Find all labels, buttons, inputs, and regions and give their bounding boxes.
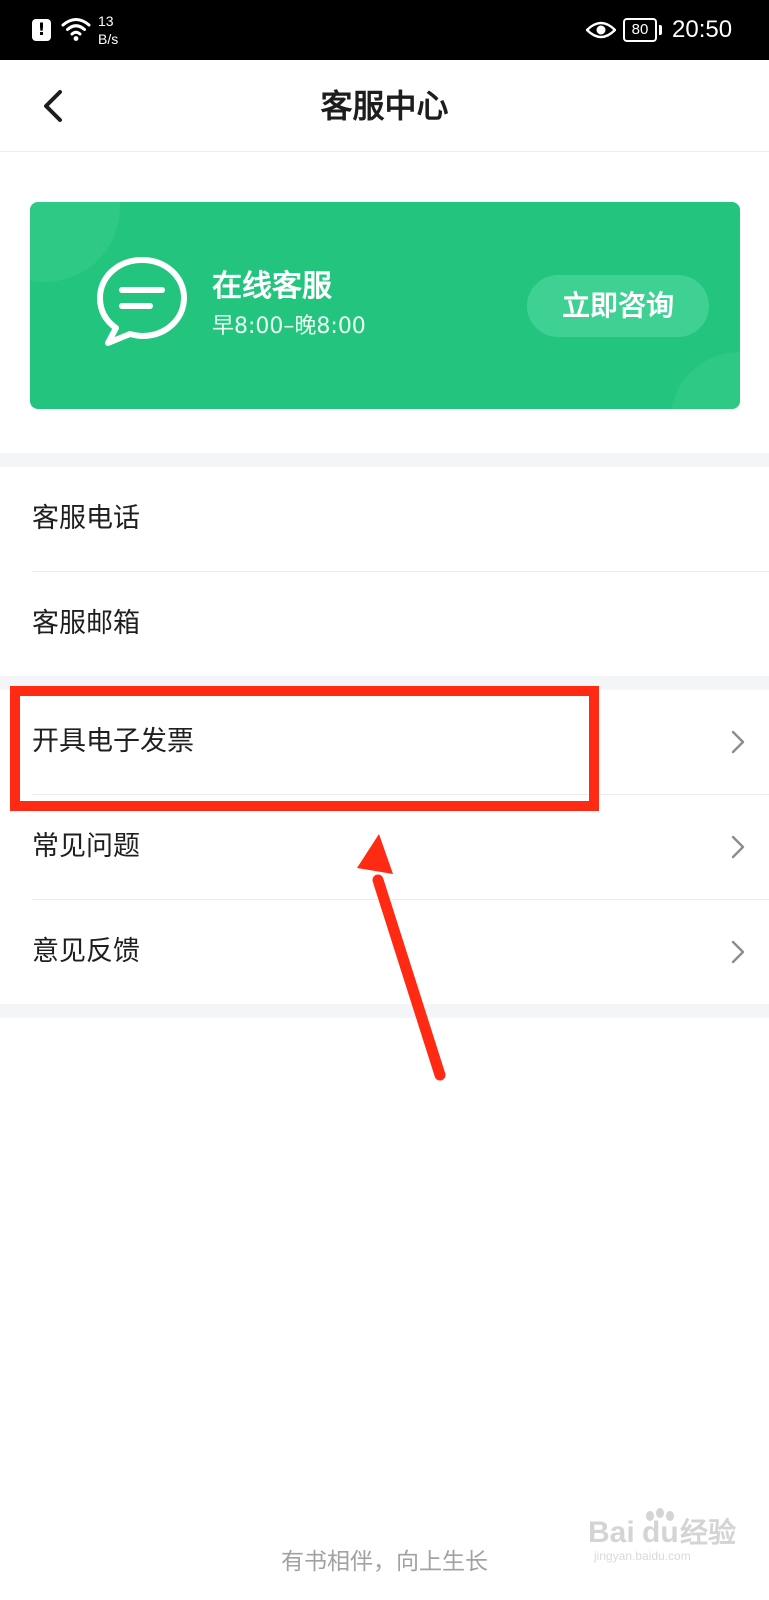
watermark-domain: jingyan.baidu.com bbox=[593, 1549, 691, 1563]
watermark-brand: Bai bbox=[588, 1516, 635, 1549]
consult-now-button[interactable]: 立即咨询 bbox=[527, 275, 709, 337]
page-title: 客服中心 bbox=[320, 87, 449, 125]
menu-item-email[interactable]: 客服邮箱 bbox=[0, 572, 769, 676]
wifi-icon bbox=[61, 18, 91, 41]
online-service-banner: 在线客服 早8:00–晚8:00 立即咨询 bbox=[30, 202, 740, 409]
menu-item-phone[interactable]: 客服电话 bbox=[0, 467, 769, 571]
service-hours: 早8:00–晚8:00 bbox=[212, 314, 366, 339]
menu-item-label: 客服邮箱 bbox=[32, 608, 140, 639]
status-bar: 13 B/s 80 20:50 bbox=[0, 0, 769, 60]
battery-tip bbox=[659, 25, 662, 35]
net-speed: 13 B/s bbox=[98, 13, 119, 47]
menu-item-label: 客服电话 bbox=[32, 503, 140, 534]
chevron-right-icon bbox=[731, 835, 745, 859]
top-spacer bbox=[0, 153, 769, 202]
banner-decoration bbox=[670, 352, 740, 409]
baidu-jingyan-watermark: Bai du 经验 jingyan.baidu.com bbox=[588, 1508, 736, 1563]
section-gap bbox=[0, 453, 769, 467]
watermark-brand-cn: 经验 bbox=[680, 1516, 736, 1549]
banner-title: 在线客服 bbox=[212, 269, 332, 304]
highlight-box bbox=[10, 686, 599, 811]
battery-icon: 80 bbox=[623, 18, 657, 42]
red-arrow-icon bbox=[357, 834, 446, 1081]
chevron-right-icon bbox=[731, 730, 745, 754]
menu-item-label: 常见问题 bbox=[32, 831, 140, 862]
clock: 20:50 bbox=[672, 16, 733, 43]
nav-bar: 客服中心 bbox=[0, 60, 769, 152]
banner-spacer bbox=[0, 409, 769, 453]
watermark-brand-end: du bbox=[642, 1516, 679, 1549]
menu-item-label: 意见反馈 bbox=[32, 936, 140, 967]
eye-icon bbox=[586, 21, 616, 39]
chevron-right-icon bbox=[731, 940, 745, 964]
chat-bubble-icon bbox=[97, 257, 187, 346]
alert-icon bbox=[32, 19, 51, 41]
